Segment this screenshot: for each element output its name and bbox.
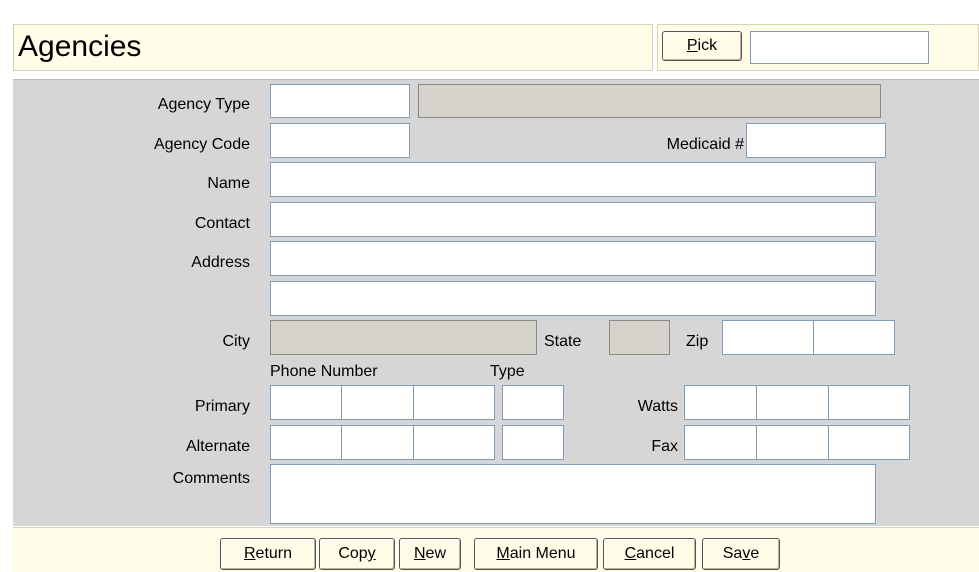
primary-label: Primary	[194, 398, 250, 415]
save-button[interactable]: Save	[702, 538, 780, 570]
contact-field[interactable]	[270, 202, 876, 237]
alternate-type-field[interactable]	[502, 425, 564, 460]
phone-number-header: Phone Number	[270, 363, 378, 380]
zip-label: Zip	[686, 333, 709, 350]
footer-bar: Return Copy New Main Menu Cancel Save	[13, 527, 979, 572]
alternate-area-code-field[interactable]	[270, 425, 342, 460]
agency-type-label: Agency Type	[157, 96, 250, 113]
watts-label: Watts	[637, 398, 678, 415]
address-label: Address	[191, 254, 250, 271]
address-line2-field[interactable]	[270, 281, 876, 316]
zip-field[interactable]	[722, 320, 814, 355]
primary-line-field[interactable]	[413, 385, 495, 420]
pick-field[interactable]	[750, 31, 929, 64]
zip-extension-field[interactable]	[813, 320, 895, 355]
comments-label: Comments	[172, 470, 250, 487]
primary-type-field[interactable]	[502, 385, 564, 420]
copy-button[interactable]: Copy	[319, 538, 395, 570]
primary-prefix-field[interactable]	[341, 385, 414, 420]
fax-area-code-field[interactable]	[684, 425, 757, 460]
watts-prefix-field[interactable]	[756, 385, 829, 420]
alternate-line-field[interactable]	[413, 425, 495, 460]
watts-area-code-field[interactable]	[684, 385, 757, 420]
pick-button-hotkey: P	[686, 37, 698, 54]
pick-button[interactable]: Pick	[662, 31, 742, 61]
page-title: Agencies	[18, 30, 142, 63]
name-field[interactable]	[270, 162, 876, 197]
name-label: Name	[207, 175, 250, 192]
pick-button-label: ick	[697, 37, 718, 54]
alternate-label: Alternate	[185, 438, 250, 455]
form-panel: Agency Type Agency Code Medicaid # Name …	[13, 79, 979, 526]
type-header: Type	[490, 363, 525, 380]
new-button[interactable]: New	[399, 538, 461, 570]
state-field	[609, 320, 670, 355]
cancel-button[interactable]: Cancel	[603, 538, 696, 570]
state-label: State	[544, 333, 582, 350]
agency-type-description-field	[418, 84, 881, 118]
main-menu-button[interactable]: Main Menu	[474, 538, 598, 570]
contact-label: Contact	[194, 215, 250, 232]
alternate-prefix-field[interactable]	[341, 425, 414, 460]
agency-code-label: Agency Code	[153, 136, 250, 153]
agency-code-field[interactable]	[270, 123, 410, 158]
comments-field[interactable]	[270, 464, 876, 524]
agency-type-field[interactable]	[270, 84, 410, 118]
return-button[interactable]: Return	[220, 538, 316, 570]
city-label: City	[222, 333, 250, 350]
watts-line-field[interactable]	[828, 385, 910, 420]
primary-area-code-field[interactable]	[270, 385, 342, 420]
fax-prefix-field[interactable]	[756, 425, 829, 460]
medicaid-field[interactable]	[746, 123, 886, 158]
city-field	[270, 320, 537, 355]
title-bar: Agencies	[13, 24, 653, 71]
pick-bar: Pick	[657, 24, 979, 71]
fax-label: Fax	[651, 438, 678, 455]
fax-line-field[interactable]	[828, 425, 910, 460]
medicaid-label: Medicaid #	[666, 136, 744, 153]
address-line1-field[interactable]	[270, 241, 876, 276]
